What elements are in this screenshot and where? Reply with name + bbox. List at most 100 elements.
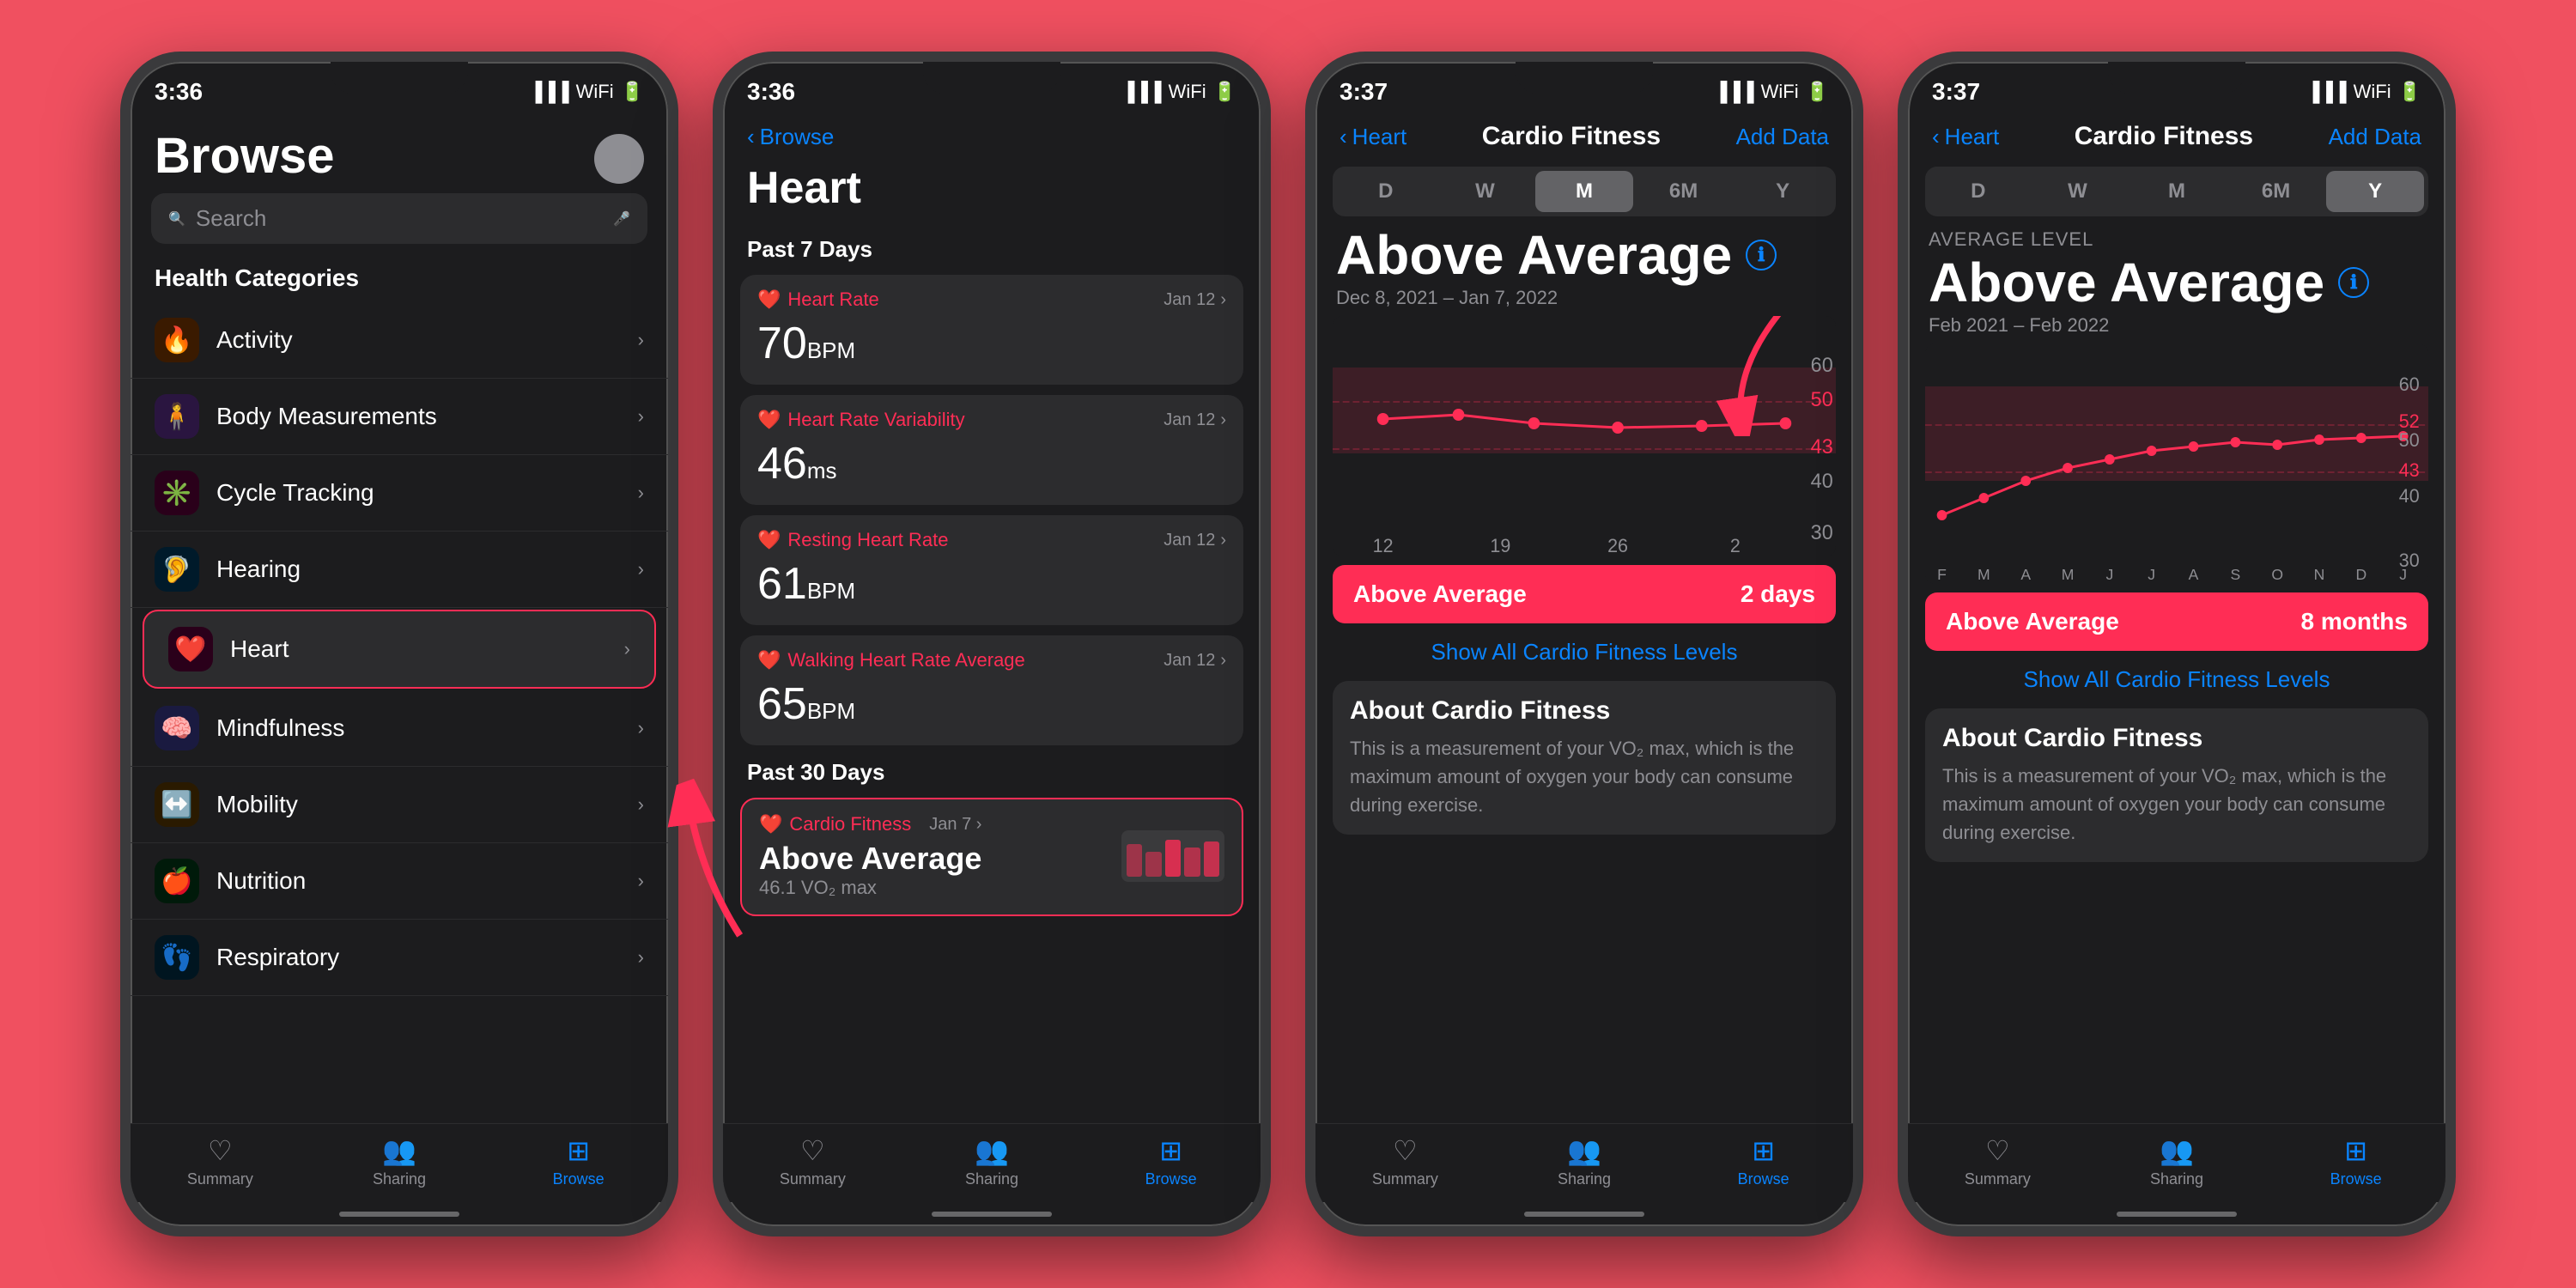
filter-6m-3[interactable]: 6M (1635, 171, 1733, 212)
sidebar-item-hearing[interactable]: 🦻 Hearing › (131, 532, 668, 608)
category-label-cycle: Cycle Tracking (216, 479, 638, 507)
svg-text:A: A (2189, 566, 2199, 583)
show-all-link-4[interactable]: Show All Cardio Fitness Levels (1908, 656, 2445, 703)
filter-y-3[interactable]: Y (1734, 171, 1832, 212)
show-all-link-3[interactable]: Show All Cardio Fitness Levels (1315, 629, 1853, 676)
tab-sharing-label-4: Sharing (2150, 1170, 2203, 1188)
browse-title-row: Browse (131, 118, 668, 193)
svg-text:43: 43 (1811, 436, 1833, 459)
filter-d-4[interactable]: D (1929, 171, 2027, 212)
tab-summary-4[interactable]: ♡ Summary (1908, 1134, 2087, 1188)
status-pill-3: Above Average 2 days (1333, 565, 1836, 623)
rhr-card[interactable]: ❤️ Resting Heart Rate Jan 12 › 61BPM (740, 515, 1243, 625)
add-data-button-4[interactable]: Add Data (2329, 124, 2421, 150)
phone-cardio-y: 3:37 ▐▐▐ WiFi 🔋 ‹ Heart Cardio Fitness A… (1898, 52, 2456, 1236)
tab-sharing-2[interactable]: 👥 Sharing (902, 1134, 1082, 1188)
hrv-date: Jan 12 › (1163, 410, 1226, 430)
svg-text:O: O (2271, 566, 2283, 583)
tab-browse-2[interactable]: ⊞ Browse (1081, 1134, 1261, 1188)
mindfulness-icon: 🧠 (155, 706, 199, 750)
status-time-1: 3:36 (155, 78, 203, 106)
filter-m-3[interactable]: M (1535, 171, 1633, 212)
avg-level-label-4: AVERAGE LEVEL (1908, 223, 2445, 251)
notch-2 (923, 62, 1060, 94)
summary-icon: ♡ (208, 1134, 233, 1167)
whr-label: ❤️ Walking Heart Rate Average (757, 649, 1025, 671)
activity-icon: 🔥 (155, 318, 199, 362)
tab-browse-4[interactable]: ⊞ Browse (2266, 1134, 2445, 1188)
sidebar-item-nutrition[interactable]: 🍎 Nutrition › (131, 843, 668, 920)
home-indicator-4 (1908, 1202, 2445, 1226)
tab-browse-1[interactable]: ⊞ Browse (489, 1134, 668, 1188)
respiratory-icon: 👣 (155, 935, 199, 980)
back-button-4[interactable]: ‹ Heart (1932, 124, 1999, 150)
whr-card[interactable]: ❤️ Walking Heart Rate Average Jan 12 › 6… (740, 635, 1243, 745)
tab-sharing-1[interactable]: 👥 Sharing (310, 1134, 489, 1188)
avatar[interactable] (594, 134, 644, 184)
tab-sharing-label-3: Sharing (1558, 1170, 1611, 1188)
sidebar-item-activity[interactable]: 🔥 Activity › (131, 302, 668, 379)
hearing-icon: 🦻 (155, 547, 199, 592)
chevron-icon: › (638, 870, 644, 892)
home-bar (339, 1212, 459, 1217)
summary-icon-2: ♡ (800, 1134, 825, 1167)
tab-browse-3[interactable]: ⊞ Browse (1674, 1134, 1853, 1188)
heart-icon: ❤️ (168, 627, 213, 671)
category-label-mindfulness: Mindfulness (216, 714, 638, 742)
avg-value-3: Above Average ℹ (1315, 223, 1853, 287)
sidebar-item-body[interactable]: 🧍 Body Measurements › (131, 379, 668, 455)
status-value-4: 8 months (2301, 608, 2408, 635)
cardio-mini-chart (1121, 830, 1224, 882)
info-icon-4[interactable]: ℹ (2338, 267, 2369, 298)
tab-bar-3: ♡ Summary 👥 Sharing ⊞ Browse (1315, 1123, 1853, 1202)
tab-sharing-3[interactable]: 👥 Sharing (1495, 1134, 1674, 1188)
tab-summary-2[interactable]: ♡ Summary (723, 1134, 902, 1188)
status-pill-4: Above Average 8 months (1925, 592, 2428, 651)
cardio-m-screen: ‹ Heart Cardio Fitness Add Data D W M 6M… (1315, 110, 1853, 1226)
tab-sharing-4[interactable]: 👥 Sharing (2087, 1134, 2267, 1188)
time-filter-bar-4: D W M 6M Y (1925, 167, 2428, 216)
status-label-4: Above Average (1946, 608, 2119, 635)
sidebar-item-heart[interactable]: ❤️ Heart › (143, 610, 656, 689)
about-text-3: This is a measurement of your VO₂ max, w… (1350, 734, 1819, 819)
filter-w-3[interactable]: W (1437, 171, 1534, 212)
hrv-value: 46ms (757, 439, 837, 489)
tab-summary-3[interactable]: ♡ Summary (1315, 1134, 1495, 1188)
mobility-icon: ↔️ (155, 782, 199, 827)
rhr-value: 61BPM (757, 559, 855, 609)
sharing-icon-4: 👥 (2160, 1134, 2194, 1167)
filter-y-4[interactable]: Y (2326, 171, 2424, 212)
sidebar-item-mindfulness[interactable]: 🧠 Mindfulness › (131, 690, 668, 767)
home-indicator-2 (723, 1202, 1261, 1226)
sidebar-item-mobility[interactable]: ↔️ Mobility › (131, 767, 668, 843)
filter-m-4[interactable]: M (2128, 171, 2226, 212)
cardio-card[interactable]: ❤️ Cardio Fitness Jan 7 › Above Average … (740, 798, 1243, 916)
nav-bar-4: ‹ Heart Cardio Fitness Add Data (1908, 113, 2445, 160)
nav-title-4: Cardio Fitness (2075, 122, 2253, 151)
tab-summary-1[interactable]: ♡ Summary (131, 1134, 310, 1188)
svg-text:M: M (2062, 566, 2075, 583)
filter-6m-4[interactable]: 6M (2227, 171, 2325, 212)
about-title-4: About Cardio Fitness (1942, 724, 2411, 753)
heart-rate-card[interactable]: ❤️ Heart Rate Jan 12 › 70BPM (740, 275, 1243, 385)
filter-w-4[interactable]: W (2029, 171, 2127, 212)
hrv-card[interactable]: ❤️ Heart Rate Variability Jan 12 › 46ms (740, 395, 1243, 505)
back-button-2[interactable]: ‹ Browse (747, 124, 834, 150)
info-icon-3[interactable]: ℹ (1746, 240, 1777, 270)
tab-summary-label-2: Summary (780, 1170, 846, 1188)
chevron-icon: › (638, 946, 644, 969)
wifi-icon-4: WiFi (2354, 81, 2391, 103)
past7-header: Past 7 Days (723, 228, 1261, 270)
tab-bar-4: ♡ Summary 👥 Sharing ⊞ Browse (1908, 1123, 2445, 1202)
search-bar[interactable]: 🔍 Search 🎤 (151, 193, 647, 244)
sidebar-item-respiratory[interactable]: 👣 Respiratory › (131, 920, 668, 996)
add-data-button-3[interactable]: Add Data (1736, 124, 1829, 150)
sidebar-item-cycle[interactable]: ✳️ Cycle Tracking › (131, 455, 668, 532)
browse-icon: ⊞ (567, 1134, 590, 1167)
chart-svg-3: 60 50 43 40 30 12 19 26 2 (1333, 316, 1836, 556)
svg-text:J: J (2105, 566, 2113, 583)
cardio-label: ❤️ Cardio Fitness Jan 7 › (759, 813, 981, 835)
filter-d-3[interactable]: D (1337, 171, 1435, 212)
chart-svg-4: 60 52 50 43 40 30 F M A M J J A S O N D … (1925, 343, 2428, 584)
back-button-3[interactable]: ‹ Heart (1340, 124, 1406, 150)
